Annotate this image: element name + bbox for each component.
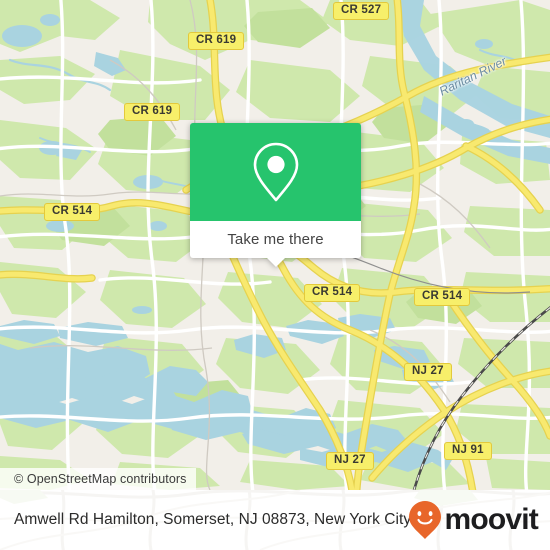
map-canvas[interactable]: CR 527 CR 619 CR 619 CR 514 CR 514 CR 51…	[0, 0, 550, 490]
shield-cr-514-east: CR 514	[414, 288, 471, 306]
address-text: Amwell Rd Hamilton, Somerset, NJ 08873, …	[14, 511, 412, 528]
location-callout-card[interactable]: Take me there	[190, 123, 361, 267]
osm-attribution: © OpenStreetMap contributors	[0, 468, 196, 490]
shield-cr-619-west: CR 619	[124, 103, 181, 121]
map-pin-icon	[253, 142, 298, 202]
shield-cr-514-center: CR 514	[304, 284, 361, 302]
shield-cr-514-west: CR 514	[44, 203, 101, 221]
callout-pointer	[265, 257, 286, 267]
shield-nj-91: NJ 91	[444, 442, 492, 460]
shield-nj-27-east: NJ 27	[404, 363, 452, 381]
moovit-smiley-pin-icon	[409, 501, 442, 539]
take-me-there-label: Take me there	[227, 231, 324, 248]
moovit-brand: moovit	[408, 500, 539, 540]
osm-attribution-text: © OpenStreetMap contributors	[14, 472, 187, 486]
callout-footer[interactable]: Take me there	[190, 221, 361, 267]
shield-cr-527: CR 527	[333, 2, 390, 20]
shield-cr-619-north: CR 619	[188, 32, 245, 50]
footer-content: Amwell Rd Hamilton, Somerset, NJ 08873, …	[0, 490, 550, 550]
callout-header	[190, 123, 361, 221]
moovit-map-screenshot: CR 527 CR 619 CR 619 CR 514 CR 514 CR 51…	[0, 0, 550, 550]
shield-nj-27-south: NJ 27	[326, 452, 374, 470]
moovit-wordmark: moovit	[444, 503, 538, 536]
footer-bar: Amwell Rd Hamilton, Somerset, NJ 08873, …	[0, 490, 550, 550]
